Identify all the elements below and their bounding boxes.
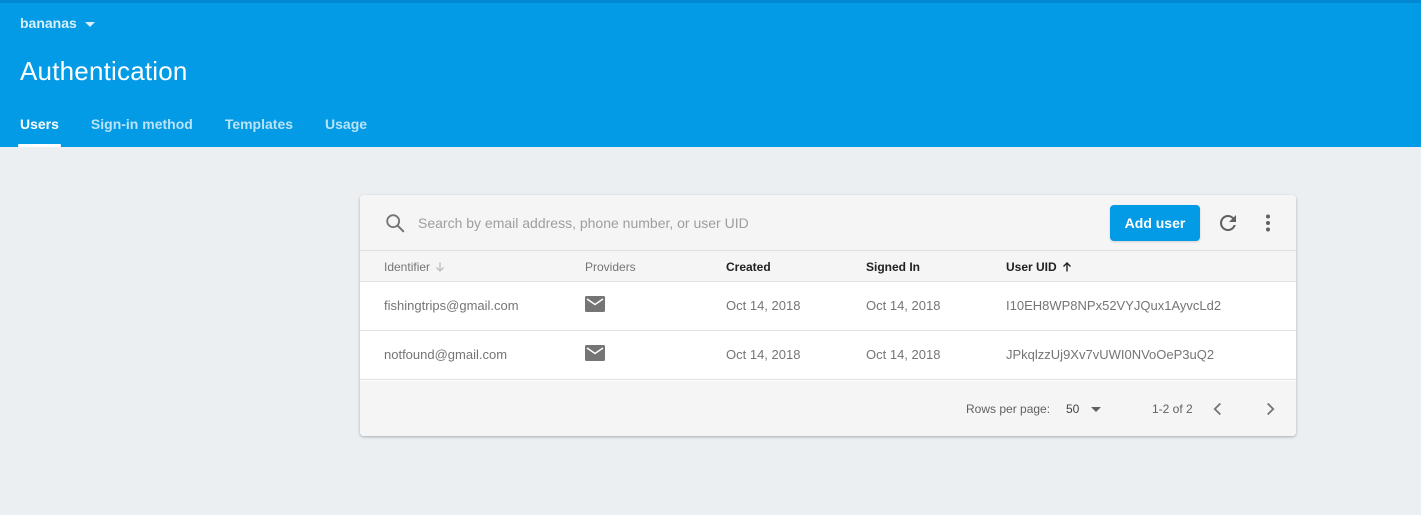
page-title: Authentication (20, 56, 188, 86)
arrow-down-icon (436, 262, 444, 272)
users-toolbar: Add user (360, 195, 1296, 251)
search-icon (386, 214, 405, 233)
mail-icon (585, 296, 605, 312)
chevron-down-icon (1091, 406, 1102, 412)
arrow-up-icon (1062, 262, 1071, 272)
table-header: Identifier Providers Created Signed In U… (360, 251, 1296, 282)
column-label-identifier: Identifier (384, 260, 431, 274)
column-header-providers: Providers (585, 260, 636, 274)
table-row[interactable]: fishingtrips@gmail.com Oct 14, 2018 Oct … (360, 282, 1296, 331)
search-input[interactable] (418, 209, 1018, 237)
cell-identifier: notfound@gmail.com (384, 347, 508, 362)
rows-per-page-select[interactable]: 50 (1066, 397, 1102, 421)
column-header-user-uid[interactable]: User UID (1006, 260, 1073, 274)
mail-icon (585, 345, 605, 361)
cell-created: Oct 14, 2018 (726, 298, 801, 313)
cell-identifier: fishingtrips@gmail.com (384, 298, 519, 313)
project-name: bananas (20, 15, 77, 31)
column-label-user-uid: User UID (1006, 260, 1057, 274)
users-card: Add user Identifier Providers Created Si… (360, 195, 1296, 436)
cell-signed-in: Oct 14, 2018 (866, 298, 941, 313)
tab-bar: Users Sign-in method Templates Usage (0, 108, 383, 147)
cell-user-uid: I10EH8WP8NPx52VYJQux1AyvcLd2 (1006, 298, 1222, 313)
rows-per-page-label: Rows per page: (966, 402, 1051, 416)
chevron-right-icon[interactable] (1259, 398, 1281, 420)
tab-users[interactable]: Users (0, 108, 75, 147)
column-header-identifier[interactable]: Identifier (384, 260, 446, 274)
tab-sign-in-method[interactable]: Sign-in method (75, 108, 209, 147)
table-pagination: Rows per page: 50 1-2 of 2 (360, 381, 1296, 436)
tab-usage[interactable]: Usage (309, 108, 383, 147)
cell-created: Oct 14, 2018 (726, 347, 801, 362)
app-header: bananas Authentication Users Sign-in met… (0, 0, 1421, 147)
rows-per-page-value: 50 (1066, 402, 1080, 416)
header-top-border (0, 0, 1421, 3)
chevron-left-icon[interactable] (1207, 398, 1229, 420)
table-row[interactable]: notfound@gmail.com Oct 14, 2018 Oct 14, … (360, 331, 1296, 380)
cell-signed-in: Oct 14, 2018 (866, 347, 941, 362)
tab-templates[interactable]: Templates (209, 108, 309, 147)
column-header-signed-in[interactable]: Signed In (866, 260, 920, 274)
refresh-icon[interactable] (1216, 211, 1240, 235)
column-header-created[interactable]: Created (726, 260, 771, 274)
project-selector[interactable]: bananas (20, 14, 95, 32)
chevron-down-icon (84, 21, 95, 27)
more-vert-icon[interactable] (1256, 211, 1280, 235)
add-user-button[interactable]: Add user (1110, 205, 1200, 241)
cell-user-uid: JPkqlzzUj9Xv7vUWI0NVoOeP3uQ2 (1006, 347, 1215, 362)
pagination-range: 1-2 of 2 (1152, 402, 1193, 416)
